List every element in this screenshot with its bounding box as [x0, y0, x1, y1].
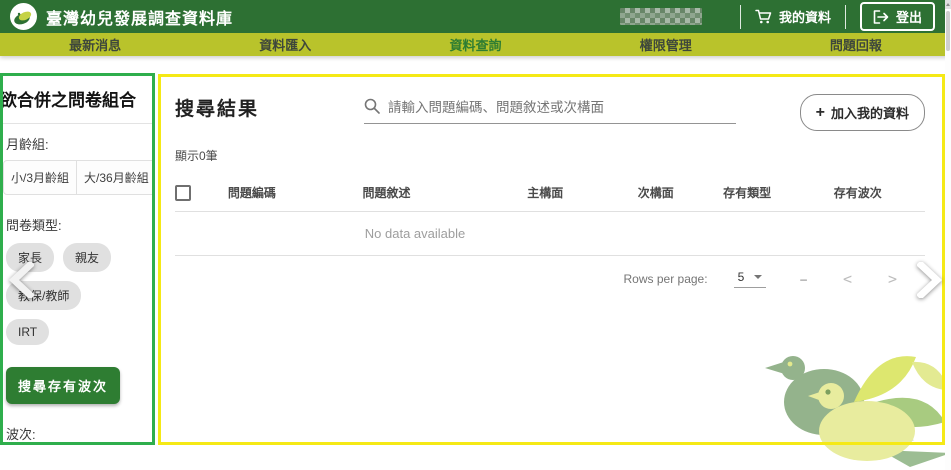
column-header-main-dimension: 主構面 [483, 184, 608, 201]
carousel-right-chevron-icon[interactable] [917, 262, 943, 298]
column-header-type: 存有類型 [704, 184, 791, 201]
search-placeholder: 請輸入問題編碼、問題敘述或次構面 [388, 96, 604, 116]
scrollbar-up-arrow[interactable] [945, 0, 951, 9]
rows-per-page-label: Rows per page: [624, 272, 708, 286]
column-header-question-description: 問題敘述 [290, 184, 482, 201]
my-data-label: 我的資料 [779, 7, 831, 26]
cart-icon [755, 9, 772, 25]
nav-item-permissions[interactable]: 權限管理 [571, 35, 761, 54]
rows-per-page-select[interactable]: 5 [734, 270, 767, 288]
nav-item-news[interactable]: 最新消息 [0, 35, 190, 54]
my-data-button[interactable]: 我的資料 [755, 7, 831, 26]
column-header-waves: 存有波次 [790, 184, 925, 201]
age-group-large-button[interactable]: 大/36月齡組 [77, 160, 155, 195]
merge-questionnaire-panel: 欲合併之問卷組合 月齡組: 小/3月齡組 大/36月齡組 問卷類型: 家長 親友… [3, 76, 152, 442]
scrollbar-thumb[interactable] [946, 11, 950, 51]
search-results-title: 搜尋結果 [175, 94, 259, 121]
app-header: 臺灣幼兒發展調查資料庫 我的資料 登出 [0, 0, 951, 33]
chip-irt[interactable]: IRT [6, 319, 49, 345]
logout-label: 登出 [896, 7, 922, 26]
empty-state-text: No data available [175, 226, 655, 241]
table-empty-row: No data available [175, 212, 925, 256]
nav-item-data-query[interactable]: 資料查詢 [380, 35, 570, 54]
add-to-my-data-button[interactable]: + 加入我的資料 [800, 94, 925, 131]
age-group-small-button[interactable]: 小/3月齡組 [3, 160, 77, 195]
next-page-button[interactable]: > [888, 270, 897, 288]
nav-item-data-import[interactable]: 資料匯入 [190, 35, 380, 54]
logout-button[interactable]: 登出 [860, 2, 935, 31]
pagination-bar: Rows per page: 5 – < > [175, 270, 925, 288]
header-divider [740, 5, 741, 29]
column-header-question-code: 問題編碼 [213, 184, 290, 201]
add-to-my-data-label: 加入我的資料 [831, 103, 909, 122]
question-search-input[interactable]: 請輸入問題編碼、問題敘述或次構面 [364, 96, 736, 124]
header-divider [845, 5, 846, 29]
result-count: 顯示0筆 [175, 147, 925, 164]
rows-per-page-value: 5 [738, 270, 745, 284]
search-icon [364, 98, 380, 114]
search-waves-button[interactable]: 搜尋存有波次 [6, 367, 120, 404]
app-logo [10, 3, 37, 30]
divider [3, 123, 152, 124]
bird-logo-icon [13, 6, 34, 27]
logout-icon [873, 10, 889, 24]
page-range-text: – [800, 272, 807, 286]
chip-relative[interactable]: 親友 [63, 243, 111, 272]
table-header-row: 問題編碼 問題敘述 主構面 次構面 存有類型 存有波次 [175, 174, 925, 212]
plus-icon: + [816, 107, 825, 119]
age-group-toggle: 小/3月齡組 大/36月齡組 [3, 160, 146, 195]
previous-page-button[interactable]: < [843, 270, 852, 288]
questionnaire-type-label: 問卷類型: [6, 215, 146, 234]
sidebar-highlight-box: 欲合併之問卷組合 月齡組: 小/3月齡組 大/36月齡組 問卷類型: 家長 親友… [0, 73, 155, 445]
results-table: 問題編碼 問題敘述 主構面 次構面 存有類型 存有波次 No data avai… [175, 174, 925, 256]
chevron-down-icon [754, 275, 762, 279]
scrollbar[interactable] [945, 0, 951, 470]
carousel-left-chevron-icon[interactable] [8, 262, 34, 298]
column-header-sub-dimension: 次構面 [608, 184, 704, 201]
username-redacted [620, 8, 702, 25]
search-results-panel: 搜尋結果 請輸入問題編碼、問題敘述或次構面 + 加入我的資料 顯示0筆 問題編碼 [158, 74, 945, 445]
age-group-label: 月齡組: [6, 134, 146, 153]
select-all-checkbox[interactable] [175, 185, 191, 201]
page-title: 臺灣幼兒發展調查資料庫 [46, 5, 233, 29]
main-nav: 最新消息 資料匯入 資料查詢 權限管理 問題回報 [0, 33, 951, 56]
wave-label: 波次: [6, 424, 146, 443]
sidebar-heading: 欲合併之問卷組合 [0, 86, 146, 111]
nav-item-issue-report[interactable]: 問題回報 [761, 35, 951, 54]
